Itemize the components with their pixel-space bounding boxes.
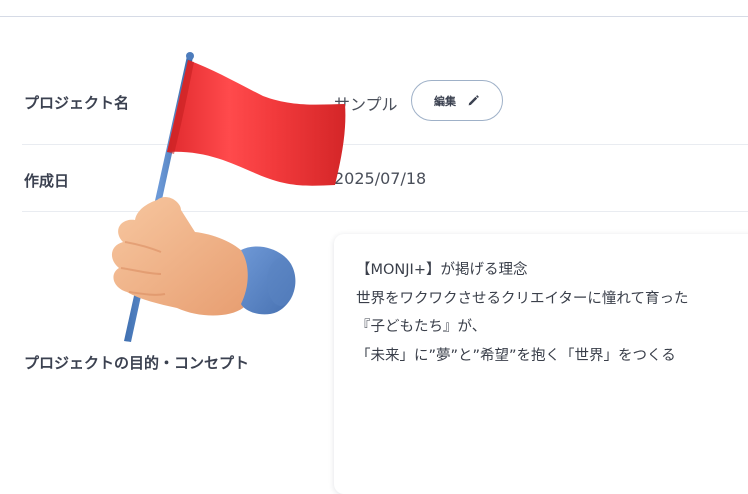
concept-text: 【MONJI+】が掲げる理念 世界をワクワクさせるクリエイターに憧れて育った 『… bbox=[356, 256, 688, 370]
raised-flag-hand-icon bbox=[111, 52, 346, 342]
concept-line: 『子どもたち』が、 bbox=[356, 319, 487, 335]
edit-button[interactable]: 編集 bbox=[411, 80, 503, 121]
edit-button-label: 編集 bbox=[434, 94, 456, 108]
header-divider bbox=[0, 16, 748, 17]
pencil-icon bbox=[468, 94, 479, 105]
concept-label: プロジェクトの目的・コンセプト bbox=[24, 354, 250, 372]
concept-line: 世界をワクワクさせるクリエイターに憧れて育った bbox=[356, 290, 689, 307]
concept-line: 【MONJI+】が掲げる理念 bbox=[356, 262, 528, 278]
created-date-label: 作成日 bbox=[24, 172, 70, 190]
concept-line: 「未来」に”夢”と”希望”を抱く「世界」をつくる bbox=[356, 347, 676, 364]
